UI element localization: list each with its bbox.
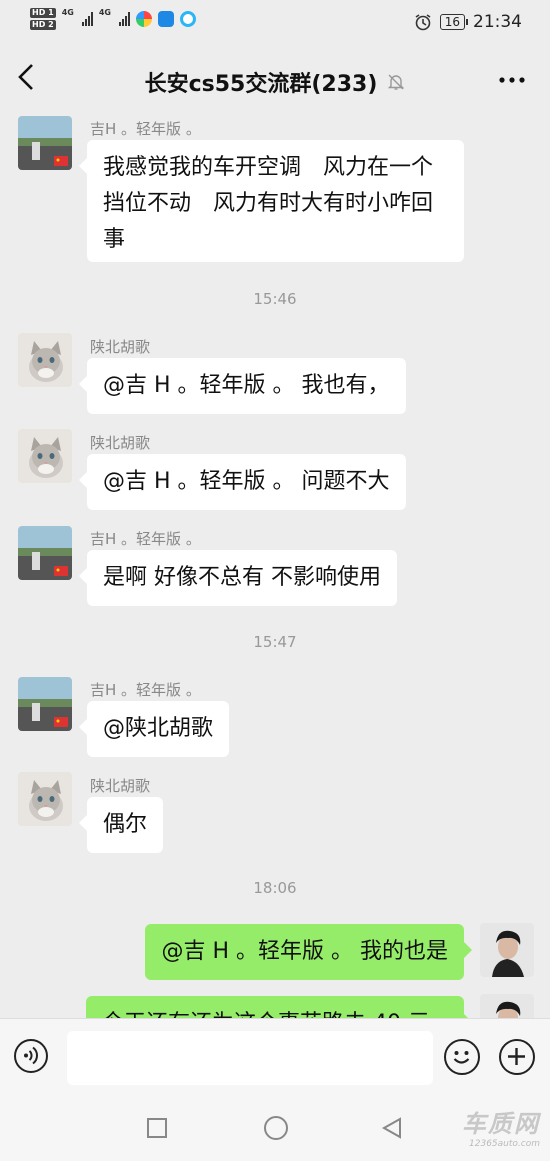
avatar-shaanbei-huge[interactable] [18, 429, 72, 483]
alarm-icon [415, 14, 431, 31]
watermark: 车质网 12365auto.com [462, 1104, 540, 1149]
voice-icon [24, 1046, 38, 1065]
app-notification-icon [135, 11, 152, 27]
message-bubble[interactable]: @陕北胡歌 [78, 701, 230, 757]
avatar-self[interactable] [480, 994, 534, 1018]
message-bubble-self[interactable]: 今天还有还为这个事花路去 40 元 [86, 996, 472, 1018]
sender-name: 吉H 。轻年版 。 [90, 681, 201, 699]
recent-apps-button[interactable] [147, 1118, 167, 1138]
sender-name: 陕北胡歌 [90, 338, 151, 356]
home-button[interactable] [264, 1116, 288, 1140]
landscape-avatar-icon [18, 526, 72, 580]
portrait-avatar-icon [480, 923, 534, 977]
message-line: 我感觉我的车开空调 风力在一个 [103, 155, 434, 180]
shield-app-icon [157, 11, 174, 27]
sender-name: 陕北胡歌 [90, 434, 151, 452]
avatar-shaanbei-huge[interactable] [18, 333, 72, 387]
message-bubble[interactable]: 偶尔 [78, 797, 164, 853]
more-button[interactable] [498, 68, 526, 86]
input-bar [0, 1018, 550, 1097]
network-type-1: 4G [61, 8, 74, 17]
message-bubble[interactable]: 是啊 好像不总有 不影响使用 [79, 550, 397, 606]
hd1-label: HD 1 [30, 8, 56, 18]
sender-name: 吉H 。轻年版 。 [90, 120, 201, 138]
avatar-ji-h[interactable] [18, 677, 72, 731]
avatar-ji-h[interactable] [18, 116, 72, 170]
status-right: 16 21:34 [414, 12, 522, 32]
chat-header: 长安cs55交流群(233) [0, 46, 550, 114]
status-time: 21:34 [473, 12, 522, 32]
cat-avatar-icon [18, 333, 72, 387]
nav-back-triangle-icon[interactable] [380, 1116, 404, 1140]
timestamp: 18:06 [253, 879, 297, 897]
network-type-2: 4G [98, 8, 111, 17]
sender-name: 吉H 。轻年版 。 [90, 530, 201, 548]
avatar-ji-h[interactable] [18, 526, 72, 580]
signal-icon [81, 12, 93, 26]
timestamp: 15:47 [253, 633, 297, 651]
watermark-main: 车质网 [462, 1110, 540, 1138]
system-nav-bar: 车质网 12365auto.com [0, 1096, 550, 1161]
chat-title-wrap: 长安cs55交流群(233) [0, 66, 550, 98]
message-bubble[interactable]: @吉 H 。轻年版 。 我也有， [79, 358, 406, 414]
avatar-shaanbei-huge[interactable] [18, 772, 72, 826]
chat-message-list[interactable]: 吉H 。轻年版 。 我感觉我的车开空调 风力在一个 挡位不动 风力有时大有时小咋… [0, 114, 550, 1018]
browser-app-icon [179, 11, 196, 27]
hd-indicator: HD 1 HD 2 [30, 8, 56, 30]
cat-avatar-icon [18, 772, 72, 826]
watermark-sub: 12365auto.com [469, 1139, 540, 1149]
emoji-button[interactable] [444, 1039, 480, 1075]
landscape-avatar-icon [18, 116, 72, 170]
plus-icon [508, 1048, 525, 1065]
emoji-icon [453, 1051, 470, 1064]
battery-indicator: 16 [439, 14, 469, 30]
cat-avatar-icon [18, 429, 72, 483]
message-bubble[interactable]: @吉 H 。轻年版 。 问题不大 [79, 454, 406, 510]
more-dots-icon [499, 77, 525, 83]
hd2-label: HD 2 [30, 20, 56, 30]
avatar-self[interactable] [480, 923, 534, 977]
message-input[interactable] [67, 1031, 433, 1085]
status-left: HD 1 HD 2 4G 4G [30, 8, 196, 30]
more-functions-button[interactable] [499, 1039, 535, 1075]
muted-bell-icon [388, 74, 405, 90]
portrait-avatar-icon [480, 994, 534, 1018]
landscape-avatar-icon [18, 677, 72, 731]
chat-title: 长安cs55交流群(233) [144, 72, 378, 97]
voice-button[interactable] [14, 1039, 48, 1073]
signal-icon-2 [118, 12, 130, 26]
message-bubble[interactable]: 我感觉我的车开空调 风力在一个 挡位不动 风力有时大有时小咋回 事 [79, 140, 464, 262]
message-bubble-self[interactable]: @吉 H 。轻年版 。 我的也是 [145, 924, 472, 980]
status-bar: HD 1 HD 2 4G 4G 16 21:34 [0, 0, 550, 46]
sender-name: 陕北胡歌 [90, 777, 151, 795]
message-line: 挡位不动 风力有时大有时小咋回 [103, 191, 434, 216]
timestamp: 15:46 [253, 290, 297, 308]
message-line: 事 [103, 227, 126, 252]
